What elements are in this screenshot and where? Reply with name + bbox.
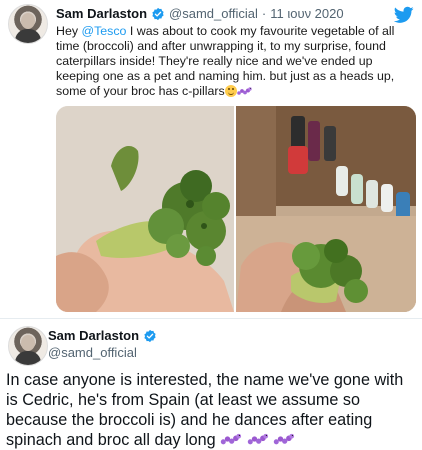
author-name[interactable]: Sam Darlaston (56, 6, 147, 21)
author-handle[interactable]: @samd_official (169, 6, 258, 21)
separator-dot: · (261, 6, 267, 21)
tweet-text-start: Hey (56, 24, 82, 38)
tweet-text: In case anyone is interested, the name w… (6, 370, 416, 450)
caterpillar-icon (237, 86, 252, 96)
verified-badge-icon (143, 329, 157, 343)
avatar[interactable] (8, 4, 48, 44)
tweet-text: Hey @Tesco I was about to cook my favour… (56, 24, 416, 99)
verified-badge-icon (151, 7, 165, 21)
caterpillar-icon (273, 432, 295, 446)
mention-link[interactable]: @Tesco (81, 24, 126, 38)
broccoli-in-hand-photo[interactable] (56, 106, 234, 312)
tweet-date[interactable]: 11 ιουν 2020 (270, 6, 343, 21)
author-handle[interactable]: @samd_official (48, 345, 137, 360)
tweet-primary: Sam Darlaston @samd_official · 11 ιουν 2… (0, 0, 422, 318)
caterpillar-icon (247, 432, 269, 446)
caterpillar-icon (220, 432, 242, 446)
author-name[interactable]: Sam Darlaston (48, 328, 139, 343)
tweet-header: Sam Darlaston @samd_official · 11 ιουν 2… (56, 6, 344, 21)
smile-icon (224, 85, 237, 97)
avatar[interactable] (8, 326, 48, 366)
divider (0, 318, 422, 319)
tweet-media-grid (56, 106, 416, 312)
broccoli-kitchen-photo[interactable] (236, 106, 416, 312)
tweet2-text-body: In case anyone is interested, the name w… (6, 371, 404, 449)
twitter-bird-icon[interactable] (394, 6, 414, 24)
tweet2-header: Sam Darlaston (48, 328, 157, 343)
